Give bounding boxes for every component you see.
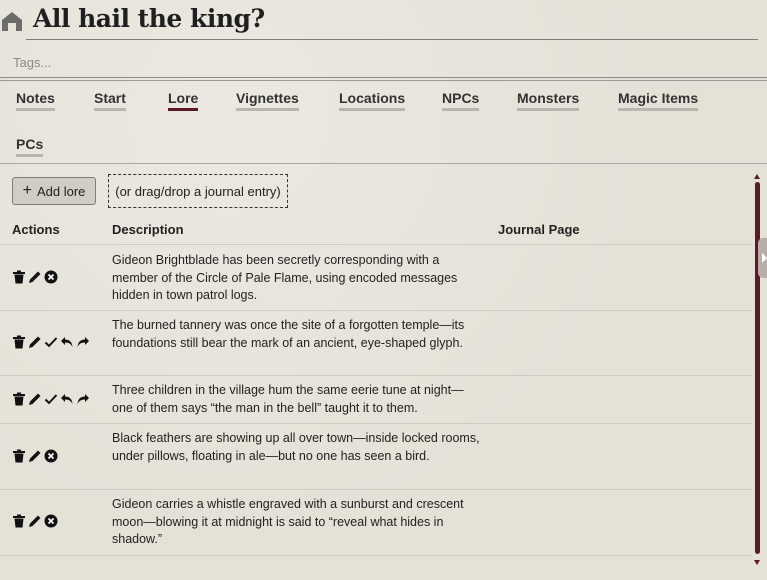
home-icon[interactable] xyxy=(1,11,23,31)
edit-icon[interactable] xyxy=(28,270,42,284)
redo-icon[interactable] xyxy=(76,392,90,406)
add-lore-label: Add lore xyxy=(36,183,86,199)
row-actions xyxy=(12,335,90,349)
check-icon[interactable] xyxy=(44,335,58,349)
lore-description: Gideon carries a whistle engraved with a… xyxy=(112,497,464,546)
row-actions xyxy=(12,449,58,463)
column-header-description: Description xyxy=(112,222,184,237)
column-header-actions: Actions xyxy=(12,222,60,237)
journal-drop-zone[interactable]: (or drag/drop a journal entry) xyxy=(108,174,288,208)
trash-icon[interactable] xyxy=(12,514,26,528)
table-bottom-divider xyxy=(0,555,752,556)
header: All hail the king? xyxy=(0,0,767,44)
tab-start[interactable]: Start xyxy=(94,90,126,111)
undo-icon[interactable] xyxy=(60,392,74,406)
trash-icon[interactable] xyxy=(12,270,26,284)
sidebar-toggle-handle[interactable] xyxy=(758,238,767,278)
row-actions xyxy=(12,392,90,406)
tabs-divider xyxy=(0,163,767,164)
lore-description: Three children in the village hum the sa… xyxy=(112,383,464,415)
page-title[interactable]: All hail the king? xyxy=(33,4,265,33)
lore-description: The burned tannery was once the site of … xyxy=(112,318,465,350)
lore-description: Gideon Brightblade has been secretly cor… xyxy=(112,253,458,302)
table-row: Gideon carries a whistle engraved with a… xyxy=(0,489,752,556)
table-row: Gideon Brightblade has been secretly cor… xyxy=(0,244,752,311)
tags-input[interactable]: Tags... xyxy=(0,48,767,78)
close-circle-icon[interactable] xyxy=(44,449,58,463)
table-row: Three children in the village hum the sa… xyxy=(0,375,752,424)
tab-lore[interactable]: Lore xyxy=(168,90,199,111)
edit-icon[interactable] xyxy=(28,335,42,349)
scroll-down-arrow-icon[interactable] xyxy=(754,560,760,565)
trash-icon[interactable] xyxy=(12,392,26,406)
tags-divider xyxy=(0,80,767,81)
scrollbar-thumb[interactable] xyxy=(755,182,760,554)
tab-vignettes[interactable]: Vignettes xyxy=(236,90,299,111)
undo-icon[interactable] xyxy=(60,335,74,349)
table-row: Black feathers are showing up all over t… xyxy=(0,423,752,490)
row-actions xyxy=(12,514,58,528)
tab-monsters[interactable]: Monsters xyxy=(517,90,580,111)
row-actions xyxy=(12,270,58,284)
tab-magic-items[interactable]: Magic Items xyxy=(618,90,699,111)
tab-notes[interactable]: Notes xyxy=(16,90,55,111)
check-icon[interactable] xyxy=(44,392,58,406)
column-header-journal-page: Journal Page xyxy=(498,222,580,237)
tab-locations[interactable]: Locations xyxy=(339,90,406,111)
title-divider xyxy=(26,39,758,40)
table-row: The burned tannery was once the site of … xyxy=(0,310,752,376)
scroll-up-arrow-icon[interactable] xyxy=(754,174,760,179)
edit-icon[interactable] xyxy=(28,514,42,528)
plus-icon: + xyxy=(22,182,32,199)
trash-icon[interactable] xyxy=(12,335,26,349)
tab-pcs[interactable]: PCs xyxy=(16,136,44,157)
redo-icon[interactable] xyxy=(76,335,90,349)
close-circle-icon[interactable] xyxy=(44,270,58,284)
tab-npcs[interactable]: NPCs xyxy=(442,90,480,111)
edit-icon[interactable] xyxy=(28,392,42,406)
lore-description: Black feathers are showing up all over t… xyxy=(112,431,480,463)
edit-icon[interactable] xyxy=(28,449,42,463)
close-circle-icon[interactable] xyxy=(44,514,58,528)
trash-icon[interactable] xyxy=(12,449,26,463)
add-lore-button[interactable]: + Add lore xyxy=(12,177,96,205)
scrollbar[interactable] xyxy=(754,174,760,566)
